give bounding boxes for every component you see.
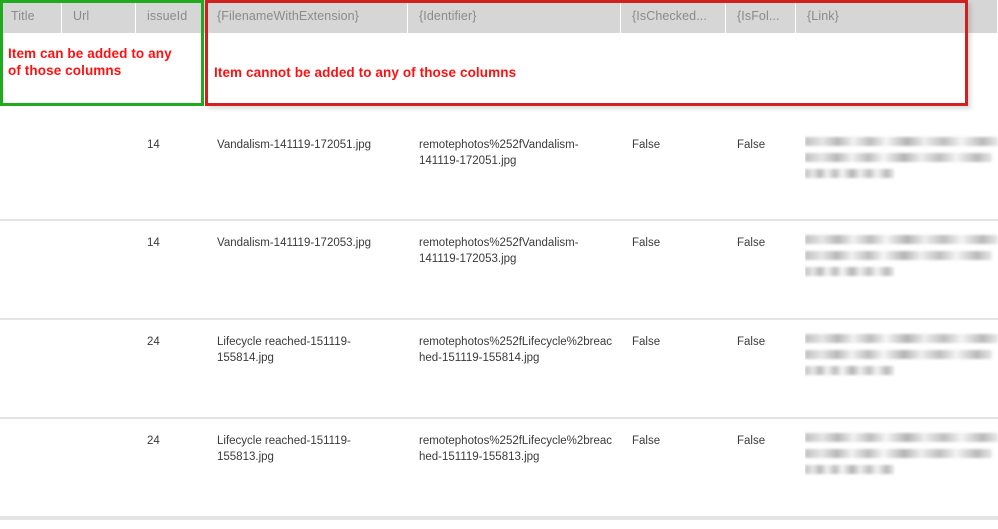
redaction-blur-line — [805, 449, 993, 458]
annotation-label-disallowed: Item cannot be added to any of those col… — [214, 65, 517, 80]
table-row[interactable]: 14 Vandalism-141119-172051.jpg remotephoto… — [0, 123, 998, 221]
cell-isfolder[interactable]: False — [737, 419, 791, 516]
cell-link-redacted[interactable] — [805, 419, 998, 516]
cell-title[interactable] — [11, 123, 57, 219]
cell-filename[interactable]: Vandalism-141119-172053.jpg — [217, 221, 403, 318]
redaction-blur-line — [805, 350, 993, 359]
table-row[interactable]: 14 Vandalism-141119-172053.jpg remotephoto… — [0, 221, 998, 320]
redaction-blur-line — [805, 251, 993, 260]
cell-filename[interactable]: Lifecycle reached-151119-155813.jpg — [217, 419, 403, 516]
redaction-blur-line — [805, 169, 894, 178]
cell-ischecked[interactable]: False — [632, 419, 721, 516]
cell-ischecked[interactable]: False — [632, 123, 721, 219]
annotation-label-allowed: Item can be added to any of those column… — [8, 46, 172, 78]
redaction-blur-line — [805, 465, 894, 474]
column-header-label: Url — [73, 9, 90, 24]
redaction-blur-line — [805, 433, 998, 442]
cell-isfolder[interactable]: False — [737, 320, 791, 417]
cell-issueId[interactable]: 14 — [147, 221, 197, 318]
cell-identifier[interactable]: remotephotos%252fVandalism-141119-172051… — [419, 123, 616, 219]
redaction-blur-line — [805, 235, 998, 244]
cell-link-redacted[interactable] — [805, 320, 998, 417]
column-header-url[interactable]: Url — [62, 0, 136, 33]
cell-link-redacted[interactable] — [805, 221, 998, 318]
column-header-label: {IsFol... — [737, 9, 780, 24]
cell-ischecked[interactable]: False — [632, 221, 721, 318]
column-header-isfolder[interactable]: {IsFol... — [726, 0, 796, 33]
grid-header-row: Title Url issueId {FilenameWithExtension} {I… — [0, 0, 998, 33]
grid-bottom-separator — [0, 518, 998, 520]
cell-link-redacted[interactable] — [805, 123, 998, 219]
data-grid: Title Url issueId {FilenameWithExtension} {I… — [0, 0, 998, 529]
cell-filename[interactable]: Vandalism-141119-172051.jpg — [217, 123, 403, 219]
column-header-issueId[interactable]: issueId — [136, 0, 202, 33]
cell-isfolder[interactable]: False — [737, 221, 791, 318]
table-row[interactable]: 24 Lifecycle reached-151119-155814.jpg rem… — [0, 320, 998, 419]
cell-url[interactable] — [73, 320, 131, 417]
redaction-blur-line — [805, 334, 998, 343]
cell-ischecked[interactable]: False — [632, 320, 721, 417]
column-header-identifier[interactable]: {Identifier} — [408, 0, 621, 33]
column-header-ischecked[interactable]: {IsChecked... — [621, 0, 726, 33]
column-header-label: Title — [11, 9, 35, 24]
cell-issueId[interactable]: 24 — [147, 419, 197, 516]
cell-identifier[interactable]: remotephotos%252fLifecycle%2breached-151… — [419, 419, 616, 516]
cell-isfolder[interactable]: False — [737, 123, 791, 219]
cell-url[interactable] — [73, 419, 131, 516]
redaction-blur-line — [805, 137, 998, 146]
cell-title[interactable] — [11, 320, 57, 417]
table-row[interactable]: 24 Lifecycle reached-151119-155813.jpg rem… — [0, 419, 998, 518]
cell-identifier[interactable]: remotephotos%252fVandalism-141119-172053… — [419, 221, 616, 318]
cell-url[interactable] — [73, 123, 131, 219]
column-header-label: issueId — [147, 9, 188, 24]
cell-url[interactable] — [73, 221, 131, 318]
redaction-blur-line — [805, 153, 993, 162]
cell-title[interactable] — [11, 221, 57, 318]
cell-issueId[interactable]: 24 — [147, 320, 197, 417]
column-header-title[interactable]: Title — [0, 0, 62, 33]
cell-filename[interactable]: Lifecycle reached-151119-155814.jpg — [217, 320, 403, 417]
cell-issueId[interactable]: 14 — [147, 123, 197, 219]
cell-identifier[interactable]: remotephotos%252fLifecycle%2breached-151… — [419, 320, 616, 417]
column-header-link[interactable]: {Link} — [796, 0, 998, 33]
redaction-blur-line — [805, 267, 894, 276]
cell-title[interactable] — [11, 419, 57, 516]
redaction-blur-line — [805, 366, 894, 375]
column-header-label: {Identifier} — [419, 9, 477, 24]
column-header-label: {FilenameWithExtension} — [217, 9, 359, 24]
column-header-label: {IsChecked... — [632, 9, 707, 24]
column-header-filename[interactable]: {FilenameWithExtension} — [206, 0, 408, 33]
column-header-label: {Link} — [807, 9, 839, 24]
